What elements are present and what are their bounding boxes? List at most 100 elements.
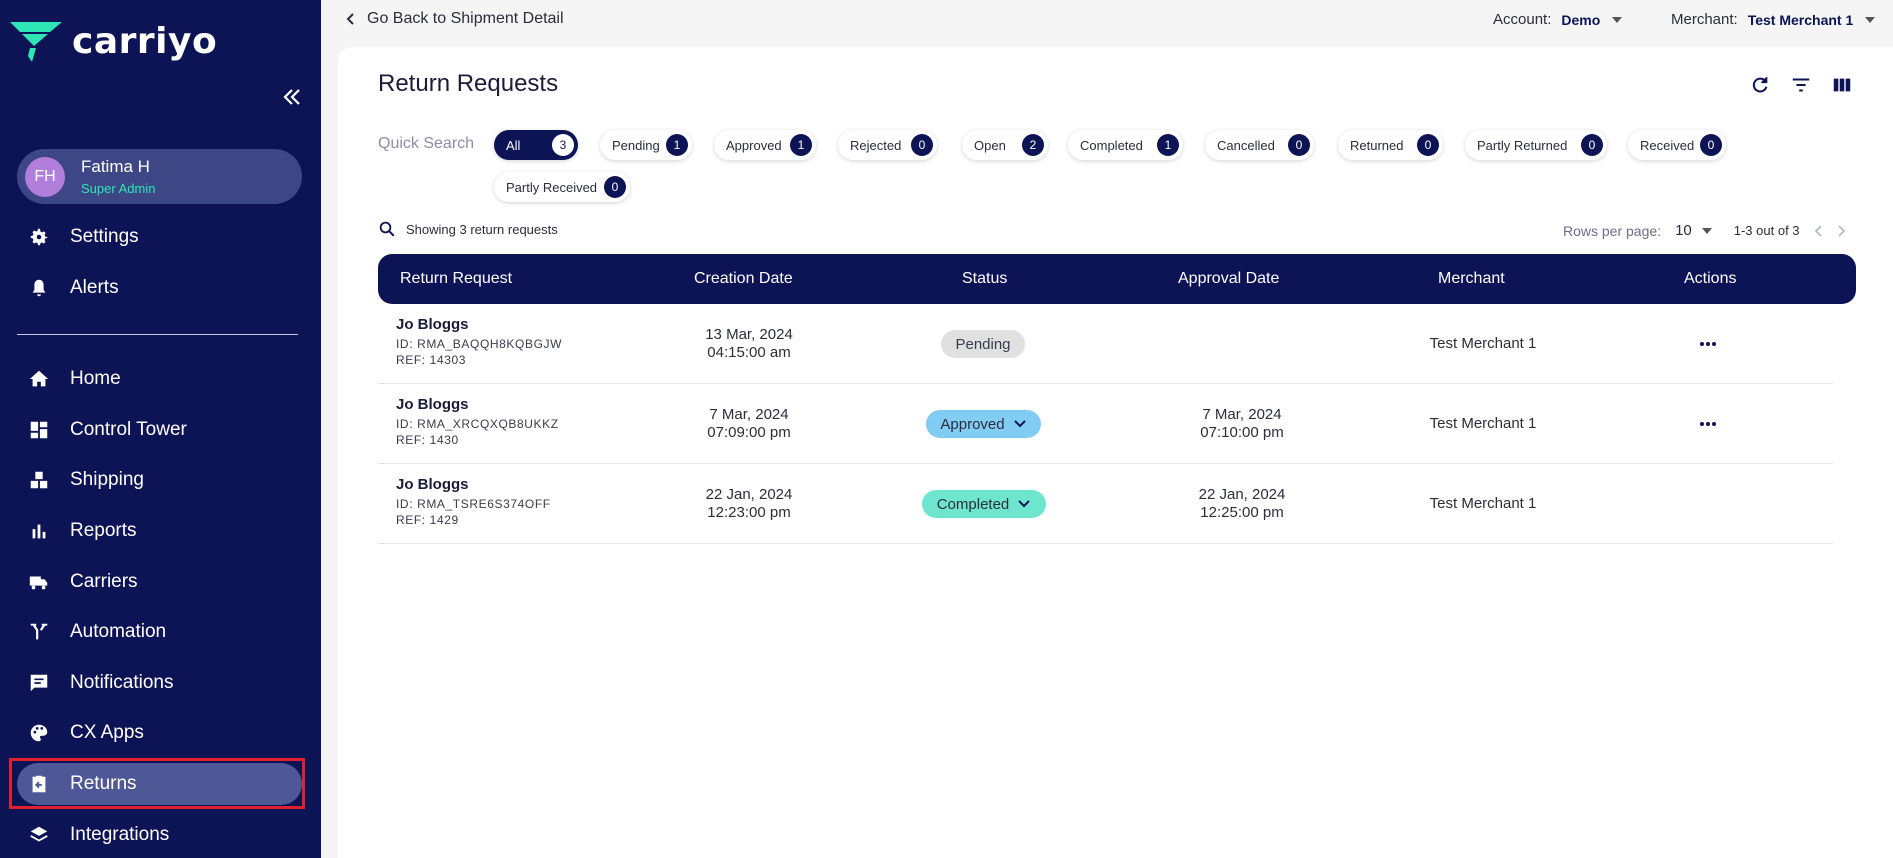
avatar: FH bbox=[25, 156, 65, 197]
chip-label: Cancelled bbox=[1217, 137, 1275, 153]
approval-time: 12:25:00 pm bbox=[1200, 504, 1284, 521]
more-actions-icon[interactable] bbox=[1698, 335, 1718, 353]
chip-count: 0 bbox=[1288, 134, 1310, 156]
return-id: ID: RMA_TSRE6S374OFF bbox=[396, 497, 551, 511]
table-row[interactable]: Jo Bloggs ID: RMA_BAQQH8KQBGJW REF: 1430… bbox=[378, 304, 1833, 384]
sidebar-item-label: Shipping bbox=[70, 469, 144, 490]
return-ref: REF: 1429 bbox=[396, 513, 459, 527]
account-selector[interactable]: Account: Demo bbox=[1493, 11, 1623, 28]
chip-label: Open bbox=[974, 137, 1006, 153]
sidebar-item-alerts[interactable]: Alerts bbox=[17, 267, 302, 309]
customer-name: Jo Bloggs bbox=[396, 476, 469, 493]
chevron-down-icon bbox=[1612, 16, 1623, 23]
chip-partly-received[interactable]: Partly Received 0 bbox=[494, 172, 630, 202]
rows-per-page-select[interactable]: 10 bbox=[1675, 222, 1712, 239]
account-label: Account: bbox=[1493, 11, 1552, 28]
sidebar-item-label: CX Apps bbox=[70, 722, 144, 743]
table-row[interactable]: Jo Bloggs ID: RMA_XRCQXQB8UKKZ REF: 1430… bbox=[378, 384, 1833, 464]
sidebar-divider bbox=[17, 334, 298, 335]
chip-partly-returned[interactable]: Partly Returned 0 bbox=[1465, 130, 1607, 160]
chip-completed[interactable]: Completed 1 bbox=[1068, 130, 1183, 160]
status-label: Approved bbox=[940, 415, 1005, 433]
collapse-sidebar-icon[interactable] bbox=[280, 85, 304, 109]
merchant-cell: Test Merchant 1 bbox=[1429, 415, 1537, 432]
merchant-cell: Test Merchant 1 bbox=[1429, 495, 1537, 512]
chip-count: 0 bbox=[1581, 134, 1603, 156]
sidebar-item-shipping[interactable]: Shipping bbox=[17, 459, 302, 501]
sidebar-item-label: Settings bbox=[70, 226, 139, 247]
table-row[interactable]: Jo Bloggs ID: RMA_TSRE6S374OFF REF: 1429… bbox=[378, 464, 1833, 544]
sidebar-item-automation[interactable]: Automation bbox=[17, 611, 302, 653]
creation-date-cell: 13 Mar, 2024 04:15:00 am bbox=[674, 326, 824, 362]
chat-icon bbox=[27, 671, 51, 695]
chip-returned[interactable]: Returned 0 bbox=[1338, 130, 1443, 160]
prev-page-icon[interactable] bbox=[1812, 224, 1826, 238]
next-page-icon[interactable] bbox=[1834, 224, 1848, 238]
layers-icon bbox=[27, 823, 51, 847]
status-dropdown[interactable]: Completed bbox=[922, 490, 1046, 518]
chip-count: 0 bbox=[1700, 134, 1722, 156]
palette-icon bbox=[27, 721, 51, 745]
sidebar-item-reports[interactable]: Reports bbox=[17, 510, 302, 552]
sidebar-item-label: Home bbox=[70, 368, 121, 389]
refresh-icon[interactable] bbox=[1749, 74, 1773, 98]
sidebar-item-cx-apps[interactable]: CX Apps bbox=[17, 712, 302, 754]
columns-icon[interactable] bbox=[1831, 74, 1855, 98]
topbar: Go Back to Shipment Detail Account: Demo… bbox=[321, 0, 1893, 44]
sidebar-item-settings[interactable]: Settings bbox=[17, 216, 302, 258]
chip-received[interactable]: Received 0 bbox=[1628, 130, 1726, 160]
back-link-label: Go Back to Shipment Detail bbox=[367, 10, 564, 27]
status-badge[interactable]: Pending bbox=[941, 330, 1025, 358]
chip-rejected[interactable]: Rejected 0 bbox=[838, 130, 937, 160]
quick-search-label: Quick Search bbox=[378, 135, 475, 152]
chip-open[interactable]: Open 2 bbox=[962, 130, 1048, 160]
sidebar-item-carriers[interactable]: Carriers bbox=[17, 561, 302, 603]
column-header[interactable]: Creation Date bbox=[694, 270, 793, 288]
column-header[interactable]: Actions bbox=[1684, 270, 1736, 288]
more-actions-icon[interactable] bbox=[1698, 415, 1718, 433]
filter-icon[interactable] bbox=[1790, 74, 1814, 98]
chip-approved[interactable]: Approved 1 bbox=[714, 130, 816, 160]
search-icon[interactable] bbox=[378, 220, 396, 238]
chevron-left-icon bbox=[346, 13, 354, 25]
sidebar-item-label: Carriers bbox=[70, 571, 138, 592]
bar-chart-icon bbox=[27, 519, 51, 543]
home-icon bbox=[27, 367, 51, 391]
chip-label: Completed bbox=[1080, 137, 1143, 153]
merchant-selector[interactable]: Merchant: Test Merchant 1 bbox=[1671, 11, 1876, 28]
chip-cancelled[interactable]: Cancelled 0 bbox=[1205, 130, 1314, 160]
logo-text: carriyo bbox=[72, 20, 218, 62]
status-label: Pending bbox=[955, 335, 1011, 353]
chip-all[interactable]: All 3 bbox=[494, 130, 578, 160]
chip-label: Received bbox=[1640, 137, 1695, 153]
column-header[interactable]: Approval Date bbox=[1178, 270, 1279, 288]
return-ref: REF: 1430 bbox=[396, 433, 459, 447]
carriyo-logo[interactable]: carriyo bbox=[10, 20, 217, 62]
return-request-cell: Jo Bloggs ID: RMA_TSRE6S374OFF REF: 1429 bbox=[396, 476, 551, 527]
sidebar-item-notifications[interactable]: Notifications bbox=[17, 662, 302, 704]
status-dropdown[interactable]: Approved bbox=[926, 410, 1041, 438]
sidebar-item-home[interactable]: Home bbox=[17, 358, 302, 400]
merchant-value: Test Merchant 1 bbox=[1747, 11, 1854, 28]
user-card[interactable]: FH Fatima H Super Admin bbox=[17, 149, 302, 204]
chip-pending[interactable]: Pending 1 bbox=[600, 130, 692, 160]
column-header[interactable]: Merchant bbox=[1438, 270, 1505, 288]
gear-icon bbox=[27, 225, 51, 249]
merge-icon bbox=[27, 620, 51, 644]
boxes-icon bbox=[27, 468, 51, 492]
chevron-down-icon bbox=[1865, 16, 1876, 23]
column-header[interactable]: Status bbox=[962, 270, 1007, 288]
range-text: 1-3 out of 3 bbox=[1733, 223, 1800, 238]
sidebar-item-integrations[interactable]: Integrations bbox=[17, 814, 302, 856]
creation-date-cell: 7 Mar, 2024 07:09:00 pm bbox=[674, 406, 824, 442]
back-link[interactable]: Go Back to Shipment Detail bbox=[345, 10, 564, 28]
sidebar-item-label: Notifications bbox=[70, 672, 174, 693]
merchant-label: Merchant: bbox=[1671, 11, 1738, 28]
truck-icon bbox=[27, 570, 51, 594]
column-header[interactable]: Return Request bbox=[400, 270, 512, 288]
dashboard-icon bbox=[27, 418, 51, 442]
status-label: Completed bbox=[936, 495, 1010, 513]
chip-count: 0 bbox=[1417, 134, 1439, 156]
sidebar-item-control-tower[interactable]: Control Tower bbox=[17, 409, 302, 451]
customer-name: Jo Bloggs bbox=[396, 316, 469, 333]
